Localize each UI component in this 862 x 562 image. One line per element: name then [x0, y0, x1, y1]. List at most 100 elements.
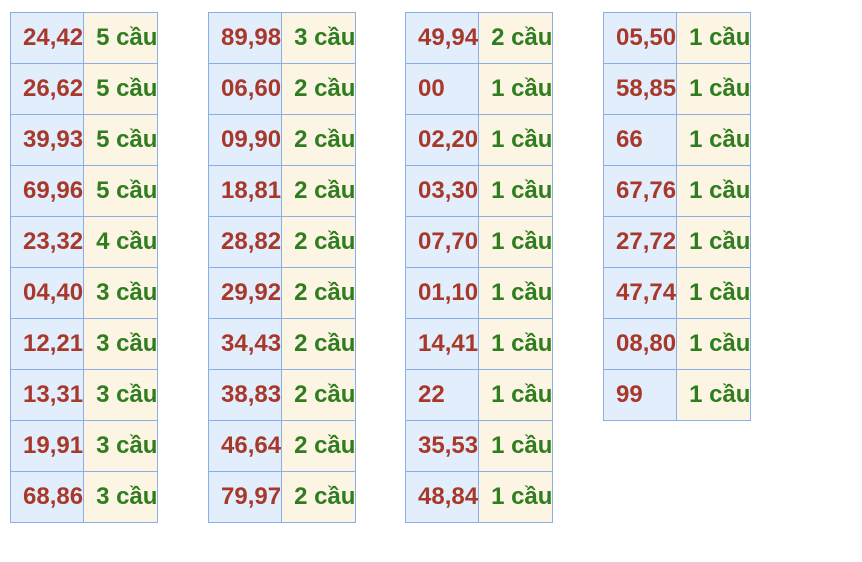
cau-table-1: 24,42 5 cầu 26,62 5 cầu 39,93 5 cầu 69,96 5 cầu… — [9, 12, 159, 523]
count-cell: 2 cầu — [478, 12, 554, 64]
pair-cell: 22 — [404, 369, 480, 421]
table-row: 49,94 2 cầu — [404, 12, 554, 64]
count-cell: 2 cầu — [281, 369, 357, 421]
count-cell: 1 cầu — [676, 63, 752, 115]
pair-cell: 48,84 — [404, 471, 480, 523]
table-row: 04,40 3 cầu — [9, 267, 159, 319]
table-row: 18,81 2 cầu — [207, 165, 357, 217]
count-cell: 2 cầu — [281, 267, 357, 319]
count-cell: 5 cầu — [83, 63, 159, 115]
table-row: 12,21 3 cầu — [9, 318, 159, 370]
count-cell: 1 cầu — [478, 420, 554, 472]
pair-cell: 47,74 — [602, 267, 678, 319]
pair-cell: 28,82 — [207, 216, 283, 268]
table-row: 67,76 1 cầu — [602, 165, 752, 217]
cau-table-2: 89,98 3 cầu 06,60 2 cầu 09,90 2 cầu 18,81 2 cầu… — [207, 12, 357, 523]
count-cell: 1 cầu — [676, 114, 752, 166]
count-cell: 1 cầu — [676, 267, 752, 319]
count-cell: 2 cầu — [281, 471, 357, 523]
pair-cell: 34,43 — [207, 318, 283, 370]
count-cell: 2 cầu — [281, 216, 357, 268]
count-cell: 3 cầu — [281, 12, 357, 64]
pair-cell: 89,98 — [207, 12, 283, 64]
pair-cell: 13,31 — [9, 369, 85, 421]
table-row: 79,97 2 cầu — [207, 471, 357, 523]
table-row: 66 1 cầu — [602, 114, 752, 166]
count-cell: 1 cầu — [478, 63, 554, 115]
table-row: 03,30 1 cầu — [404, 165, 554, 217]
count-cell: 1 cầu — [478, 369, 554, 421]
pair-cell: 58,85 — [602, 63, 678, 115]
pair-cell: 79,97 — [207, 471, 283, 523]
pair-cell: 35,53 — [404, 420, 480, 472]
count-cell: 5 cầu — [83, 165, 159, 217]
count-cell: 2 cầu — [281, 114, 357, 166]
count-cell: 3 cầu — [83, 267, 159, 319]
count-cell: 1 cầu — [478, 471, 554, 523]
count-cell: 4 cầu — [83, 216, 159, 268]
pair-cell: 04,40 — [9, 267, 85, 319]
count-cell: 1 cầu — [676, 12, 752, 64]
pair-cell: 39,93 — [9, 114, 85, 166]
table-row: 38,83 2 cầu — [207, 369, 357, 421]
table-row: 09,90 2 cầu — [207, 114, 357, 166]
table-row: 00 1 cầu — [404, 63, 554, 115]
pair-cell: 12,21 — [9, 318, 85, 370]
cau-table-3: 49,94 2 cầu 00 1 cầu 02,20 1 cầu 03,30 1 cầu 07,… — [404, 12, 554, 523]
table-row: 39,93 5 cầu — [9, 114, 159, 166]
pair-cell: 67,76 — [602, 165, 678, 217]
count-cell: 2 cầu — [281, 165, 357, 217]
table-row: 22 1 cầu — [404, 369, 554, 421]
table-row: 27,72 1 cầu — [602, 216, 752, 268]
pair-cell: 00 — [404, 63, 480, 115]
pair-cell: 19,91 — [9, 420, 85, 472]
pair-cell: 08,80 — [602, 318, 678, 370]
table-row: 19,91 3 cầu — [9, 420, 159, 472]
table-row: 58,85 1 cầu — [602, 63, 752, 115]
count-cell: 5 cầu — [83, 12, 159, 64]
pair-cell: 69,96 — [9, 165, 85, 217]
pair-cell: 23,32 — [9, 216, 85, 268]
table-row: 01,10 1 cầu — [404, 267, 554, 319]
pair-cell: 14,41 — [404, 318, 480, 370]
table-row: 24,42 5 cầu — [9, 12, 159, 64]
count-cell: 1 cầu — [676, 216, 752, 268]
pair-cell: 26,62 — [9, 63, 85, 115]
count-cell: 3 cầu — [83, 420, 159, 472]
table-row: 26,62 5 cầu — [9, 63, 159, 115]
pair-cell: 03,30 — [404, 165, 480, 217]
count-cell: 3 cầu — [83, 471, 159, 523]
table-row: 35,53 1 cầu — [404, 420, 554, 472]
table-row: 48,84 1 cầu — [404, 471, 554, 523]
pair-cell: 18,81 — [207, 165, 283, 217]
count-cell: 2 cầu — [281, 318, 357, 370]
table-row: 99 1 cầu — [602, 369, 752, 421]
table-row: 02,20 1 cầu — [404, 114, 554, 166]
count-cell: 1 cầu — [676, 165, 752, 217]
table-row: 06,60 2 cầu — [207, 63, 357, 115]
pair-cell: 46,64 — [207, 420, 283, 472]
count-cell: 1 cầu — [676, 369, 752, 421]
count-cell: 1 cầu — [478, 114, 554, 166]
pair-cell: 02,20 — [404, 114, 480, 166]
table-row: 34,43 2 cầu — [207, 318, 357, 370]
pair-cell: 07,70 — [404, 216, 480, 268]
count-cell: 1 cầu — [478, 318, 554, 370]
pair-cell: 27,72 — [602, 216, 678, 268]
table-row: 07,70 1 cầu — [404, 216, 554, 268]
count-cell: 3 cầu — [83, 318, 159, 370]
pair-cell: 68,86 — [9, 471, 85, 523]
table-row: 89,98 3 cầu — [207, 12, 357, 64]
pair-cell: 09,90 — [207, 114, 283, 166]
count-cell: 3 cầu — [83, 369, 159, 421]
count-cell: 2 cầu — [281, 420, 357, 472]
count-cell: 1 cầu — [478, 165, 554, 217]
count-cell: 1 cầu — [478, 216, 554, 268]
table-row: 47,74 1 cầu — [602, 267, 752, 319]
table-row: 28,82 2 cầu — [207, 216, 357, 268]
pair-cell: 24,42 — [9, 12, 85, 64]
pair-cell: 66 — [602, 114, 678, 166]
cau-table-4: 05,50 1 cầu 58,85 1 cầu 66 1 cầu 67,76 1 cầu 27,… — [602, 12, 752, 421]
table-row: 46,64 2 cầu — [207, 420, 357, 472]
pair-cell: 01,10 — [404, 267, 480, 319]
